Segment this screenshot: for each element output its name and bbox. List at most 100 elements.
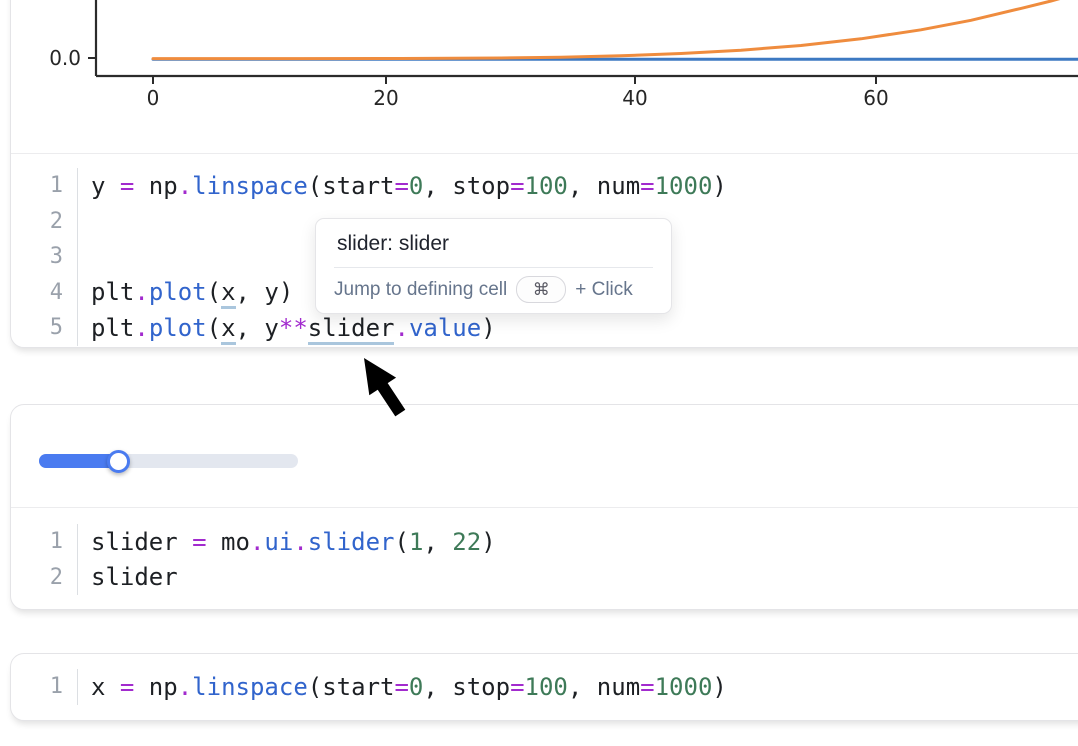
matplotlib-plot: 0.0 0 20 40 60 [11, 0, 1078, 154]
code-token: = [120, 673, 134, 701]
tick-label: 20 [373, 86, 398, 110]
code-token: 100 [525, 172, 568, 200]
code-token: , stop [423, 172, 510, 200]
code-token: ) [712, 673, 726, 701]
code-line: 1slider = mo.ui.slider(1, 22) [11, 524, 1078, 560]
code-token: = [394, 673, 408, 701]
code-token: y [91, 172, 120, 200]
code-token: . [178, 172, 192, 200]
code-line: 1x = np.linspace(start=0, stop=100, num=… [11, 669, 1078, 705]
highlighted-variable: x [221, 314, 235, 342]
tick-label: 0.0 [49, 46, 81, 70]
code-token: plt [91, 278, 134, 306]
code-line: 2 slider [11, 560, 1078, 596]
code-line-text: y = np.linspace(start=0, stop=100, num=1… [78, 172, 727, 200]
line-number: 3 [11, 239, 78, 275]
code-token: . [394, 314, 408, 342]
code-line-text: x = np.linspace(start=0, stop=100, num=1… [78, 673, 727, 701]
code-token: 100 [525, 673, 568, 701]
code-token: value [409, 314, 481, 342]
line-number: 1 [11, 524, 78, 560]
tooltip-title: slider: slider [316, 219, 671, 267]
command-key-badge: ⌘ [516, 276, 566, 303]
cell-slider: 1slider = mo.ui.slider(1, 22)2slider [10, 404, 1078, 610]
code-token: ( [207, 278, 221, 306]
tooltip-action-row: Jump to defining cell ⌘ + Click [316, 268, 671, 313]
code-token: slider [308, 528, 395, 556]
code-token: = [510, 673, 524, 701]
code-token: slider [91, 563, 178, 591]
notebook-page: 0.00204060 1y = np.linspace(start=0, sto… [0, 0, 1078, 746]
code-token: . [250, 528, 264, 556]
code-token: ) [481, 528, 495, 556]
code-line-text: slider [78, 563, 178, 591]
code-token: plot [149, 278, 207, 306]
code-token: , num [568, 172, 640, 200]
code-token: , [423, 528, 452, 556]
code-editor[interactable]: 1x = np.linspace(start=0, stop=100, num=… [11, 654, 1078, 715]
slider-thumb[interactable] [107, 450, 130, 473]
jump-to-defining-cell-label: Jump to defining cell [334, 279, 507, 301]
code-token: 1000 [655, 172, 713, 200]
code-token: = [394, 172, 408, 200]
code-token: 0 [409, 673, 423, 701]
code-token: slider [91, 528, 192, 556]
tick-label: 60 [863, 86, 888, 110]
code-token: 1 [409, 528, 423, 556]
code-token: , y [236, 314, 279, 342]
code-token: linspace [192, 673, 308, 701]
line-number: 1 [11, 669, 78, 705]
tick-label: 40 [622, 86, 647, 110]
highlighted-variable: x [221, 278, 235, 306]
code-token: ) [481, 314, 495, 342]
code-line-text: slider = mo.ui.slider(1, 22) [78, 528, 496, 556]
line-number: 2 [11, 560, 78, 596]
code-token: 22 [452, 528, 481, 556]
code-token: . [134, 278, 148, 306]
line-number: 4 [11, 275, 78, 311]
line-number: 5 [11, 310, 78, 346]
code-token: plt [91, 314, 134, 342]
code-token: (start [308, 673, 395, 701]
click-hint-label: + Click [575, 279, 633, 301]
code-token: 1000 [655, 673, 713, 701]
code-token: . [293, 528, 307, 556]
code-token: x [91, 673, 120, 701]
code-token: (start [308, 172, 395, 200]
code-token: mo [207, 528, 250, 556]
code-token: = [640, 172, 654, 200]
code-token: . [134, 314, 148, 342]
line-number: 2 [11, 204, 78, 240]
mouse-cursor-icon [360, 356, 412, 422]
plot-output-area: 0.0 0 20 40 60 [11, 0, 1078, 154]
code-token: = [640, 673, 654, 701]
code-token: ** [279, 314, 308, 342]
cell-x-definition: 1x = np.linspace(start=0, stop=100, num=… [10, 653, 1078, 721]
code-token: np [134, 673, 177, 701]
code-token: , stop [423, 673, 510, 701]
code-token: linspace [192, 172, 308, 200]
line-number: 1 [11, 168, 78, 204]
code-line: 5plt.plot(x, y**slider.value) [11, 310, 1078, 346]
highlighted-variable: slider [308, 314, 395, 342]
code-line-text: plt.plot(x, y**slider.value) [78, 314, 496, 342]
code-token: 0 [409, 172, 423, 200]
code-token: = [120, 172, 134, 200]
code-token: plot [149, 314, 207, 342]
code-line: 1y = np.linspace(start=0, stop=100, num=… [11, 168, 1078, 204]
code-token: , y) [236, 278, 294, 306]
variable-tooltip: slider: slider Jump to defining cell ⌘ +… [315, 218, 672, 314]
slider-input[interactable] [39, 454, 298, 468]
code-token: np [134, 172, 177, 200]
tick-label: 0 [147, 86, 160, 110]
code-token: , num [568, 673, 640, 701]
code-token: . [178, 673, 192, 701]
series-line [153, 0, 1069, 59]
command-key-icon: ⌘ [533, 280, 550, 300]
code-token: ) [712, 172, 726, 200]
code-token: ui [264, 528, 293, 556]
code-token: = [192, 528, 206, 556]
code-editor[interactable]: 1slider = mo.ui.slider(1, 22)2slider [11, 508, 1078, 605]
code-token: = [510, 172, 524, 200]
code-token: ( [394, 528, 408, 556]
